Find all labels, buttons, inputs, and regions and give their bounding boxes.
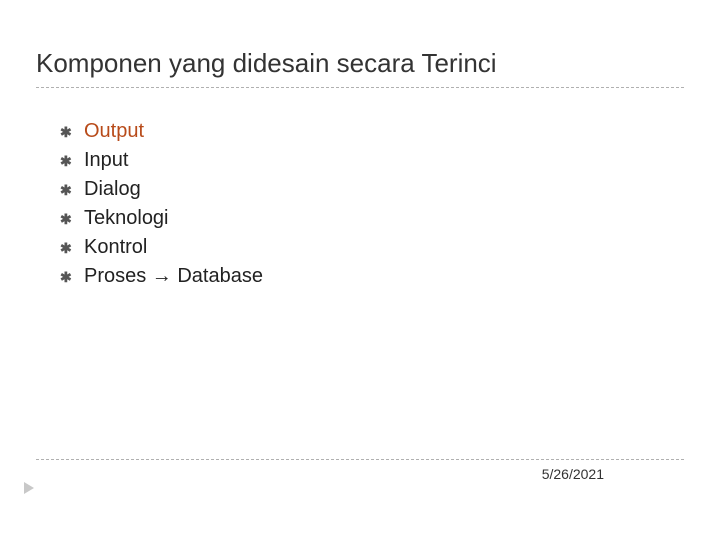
bullet-icon: ✱ bbox=[60, 153, 84, 170]
list-item-text: Proses → Database bbox=[84, 265, 263, 288]
bullet-icon: ✱ bbox=[60, 240, 84, 257]
list-item-text: Dialog bbox=[84, 178, 141, 201]
footer-inner: 5/26/2021 bbox=[36, 466, 684, 482]
bullet-icon: ✱ bbox=[60, 269, 84, 286]
list-item-text: Kontrol bbox=[84, 236, 147, 259]
bullet-icon: ✱ bbox=[60, 124, 84, 141]
list-item-text: Input bbox=[84, 149, 128, 172]
list-item: ✱ Teknologi bbox=[60, 207, 684, 230]
content-list: ✱ Output ✱ Input ✱ Dialog ✱ Teknologi ✱ … bbox=[36, 120, 684, 288]
bullet-icon: ✱ bbox=[60, 211, 84, 228]
chevron-right-icon bbox=[24, 482, 34, 494]
footer: 5/26/2021 bbox=[36, 459, 684, 482]
slide: Komponen yang didesain secara Terinci ✱ … bbox=[0, 0, 720, 540]
slide-title: Komponen yang didesain secara Terinci bbox=[36, 48, 684, 88]
bullet-icon: ✱ bbox=[60, 182, 84, 199]
list-item: ✱ Kontrol bbox=[60, 236, 684, 259]
list-item: ✱ Proses → Database bbox=[60, 265, 684, 288]
list-item: ✱ Dialog bbox=[60, 178, 684, 201]
slide-date: 5/26/2021 bbox=[542, 466, 604, 482]
list-item: ✱ Output bbox=[60, 120, 684, 143]
list-item: ✱ Input bbox=[60, 149, 684, 172]
list-item-text: Output bbox=[84, 120, 144, 143]
list-item-text: Teknologi bbox=[84, 207, 169, 230]
